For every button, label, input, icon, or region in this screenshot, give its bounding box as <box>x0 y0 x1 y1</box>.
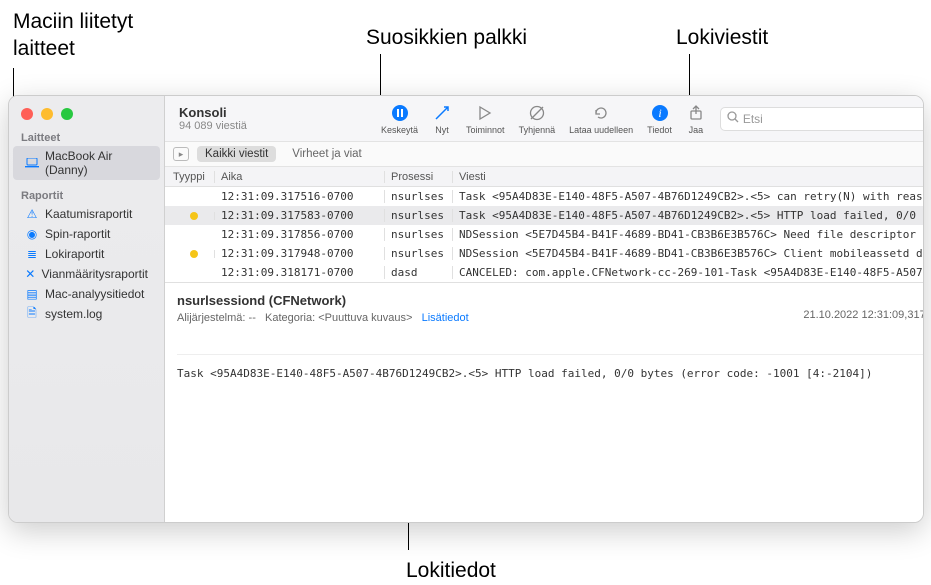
close-icon[interactable] <box>21 108 33 120</box>
log-icon: ≣ <box>25 247 39 261</box>
zoom-icon[interactable] <box>61 108 73 120</box>
clear-button[interactable]: Tyhjennä <box>513 101 562 137</box>
column-message[interactable]: Viesti <box>453 171 924 183</box>
spin-icon: ◉ <box>25 227 39 241</box>
sidebar-item-label: Vianmääritysraportit <box>42 267 149 281</box>
sidebar-item-spin[interactable]: ◉ Spin-raportit <box>13 224 160 244</box>
table-header: Tyyppi Aika Prosessi Viesti <box>165 167 924 187</box>
share-button[interactable]: Jaa <box>680 101 712 137</box>
warning-dot-icon <box>190 250 198 258</box>
clear-icon <box>527 103 547 123</box>
filter-all-messages[interactable]: Kaikki viestit <box>197 146 276 162</box>
detail-body: Task <95A4D83E-E140-48F5-A507-4B76D1249C… <box>177 354 924 380</box>
filter-errors[interactable]: Virheet ja viat <box>284 146 369 162</box>
sidebar-item-label: Spin-raportit <box>45 227 110 241</box>
actions-button[interactable]: Toiminnot <box>460 101 511 137</box>
table-row[interactable]: 12:31:09.317948-0700 nsurlses NDSession … <box>165 244 924 263</box>
callout-favorites: Suosikkien palkki <box>366 24 527 51</box>
sidebar-item-log[interactable]: ≣ Lokiraportit <box>13 244 160 264</box>
window-title-block: Konsoli 94 089 viestiä <box>173 105 373 132</box>
filter-bar: ▸ Kaikki viestit Virheet ja viat <box>165 142 924 167</box>
detail-title: nsurlsessiond (CFNetwork) <box>177 293 924 308</box>
pause-icon <box>390 103 410 123</box>
sidebar-item-label: Mac-analyysitiedot <box>45 287 144 301</box>
window-controls <box>9 96 164 128</box>
log-rows: 12:31:09.317516-0700 nsurlses Task <95A4… <box>165 187 924 282</box>
tools-icon: ✕ <box>25 267 36 281</box>
table-row[interactable]: 12:31:09.317516-0700 nsurlses Task <95A4… <box>165 187 924 206</box>
svg-text:i: i <box>658 106 661 120</box>
pause-button[interactable]: Keskeytä <box>375 101 424 137</box>
sidebar: Laitteet MacBook Air (Danny) Raportit ⚠︎… <box>9 96 165 522</box>
minimize-icon[interactable] <box>41 108 53 120</box>
sidebar-item-label: system.log <box>45 307 102 321</box>
detail-pane: VIRHE nsurlsessiond (CFNetwork) Alijärje… <box>165 282 924 400</box>
sidebar-item-crash[interactable]: ⚠︎ Kaatumisraportit <box>13 204 160 224</box>
search-icon <box>727 111 739 126</box>
warning-dot-icon <box>190 212 198 220</box>
toolbar: Konsoli 94 089 viestiä Keskeytä Nyt Toi <box>165 96 924 142</box>
sidebar-item-label: Kaatumisraportit <box>45 207 132 221</box>
reload-button[interactable]: Lataa uudelleen <box>563 101 639 137</box>
actions-icon <box>475 103 495 123</box>
now-button[interactable]: Nyt <box>426 101 458 137</box>
sidebar-device-macbook[interactable]: MacBook Air (Danny) <box>13 146 160 180</box>
callout-devices: Maciin liitetyt laitteet <box>13 8 133 63</box>
search-placeholder: Etsi <box>743 112 763 126</box>
warning-icon: ⚠︎ <box>25 207 39 221</box>
column-time[interactable]: Aika <box>215 171 385 183</box>
detail-timestamp: 21.10.2022 12:31:09,317583-0700 <box>803 309 924 321</box>
table-row[interactable]: 12:31:09.317583-0700 nsurlses Task <95A4… <box>165 206 924 225</box>
main-content: Konsoli 94 089 viestiä Keskeytä Nyt Toi <box>165 96 924 522</box>
column-type[interactable]: Tyyppi <box>165 171 215 183</box>
reload-icon <box>591 103 611 123</box>
table-row[interactable]: 12:31:09.317856-0700 nsurlses NDSession … <box>165 225 924 244</box>
callout-details: Lokitiedot <box>406 557 496 584</box>
sidebar-toggle-icon[interactable]: ▸ <box>173 147 189 161</box>
column-process[interactable]: Prosessi <box>385 171 453 183</box>
window-subtitle: 94 089 viestiä <box>179 120 367 132</box>
search-input[interactable]: Etsi <box>720 107 924 131</box>
detail-more-link[interactable]: Lisätiedot <box>422 312 469 324</box>
console-window: Laitteet MacBook Air (Danny) Raportit ⚠︎… <box>8 95 924 523</box>
info-button[interactable]: i Tiedot <box>641 101 678 137</box>
sidebar-section-reports: Raportit <box>9 186 164 204</box>
sidebar-item-diag[interactable]: ✕ Vianmääritysraportit <box>13 264 160 284</box>
file-icon: 🗎 <box>25 307 39 321</box>
sidebar-item-label: Lokiraportit <box>45 247 104 261</box>
sidebar-device-label: MacBook Air (Danny) <box>45 149 148 177</box>
sidebar-item-analytics[interactable]: ▤ Mac-analyysitiedot <box>13 284 160 304</box>
sidebar-item-systemlog[interactable]: 🗎 system.log <box>13 304 160 324</box>
callout-messages: Lokiviestit <box>676 24 768 51</box>
info-icon: i <box>650 103 670 123</box>
window-title: Konsoli <box>179 105 367 120</box>
sidebar-section-devices: Laitteet <box>9 128 164 146</box>
laptop-icon <box>25 156 39 170</box>
table-row[interactable]: 12:31:09.318171-0700 dasd CANCELED: com.… <box>165 263 924 282</box>
share-icon <box>686 103 706 123</box>
analytics-icon: ▤ <box>25 287 39 301</box>
now-icon <box>432 103 452 123</box>
